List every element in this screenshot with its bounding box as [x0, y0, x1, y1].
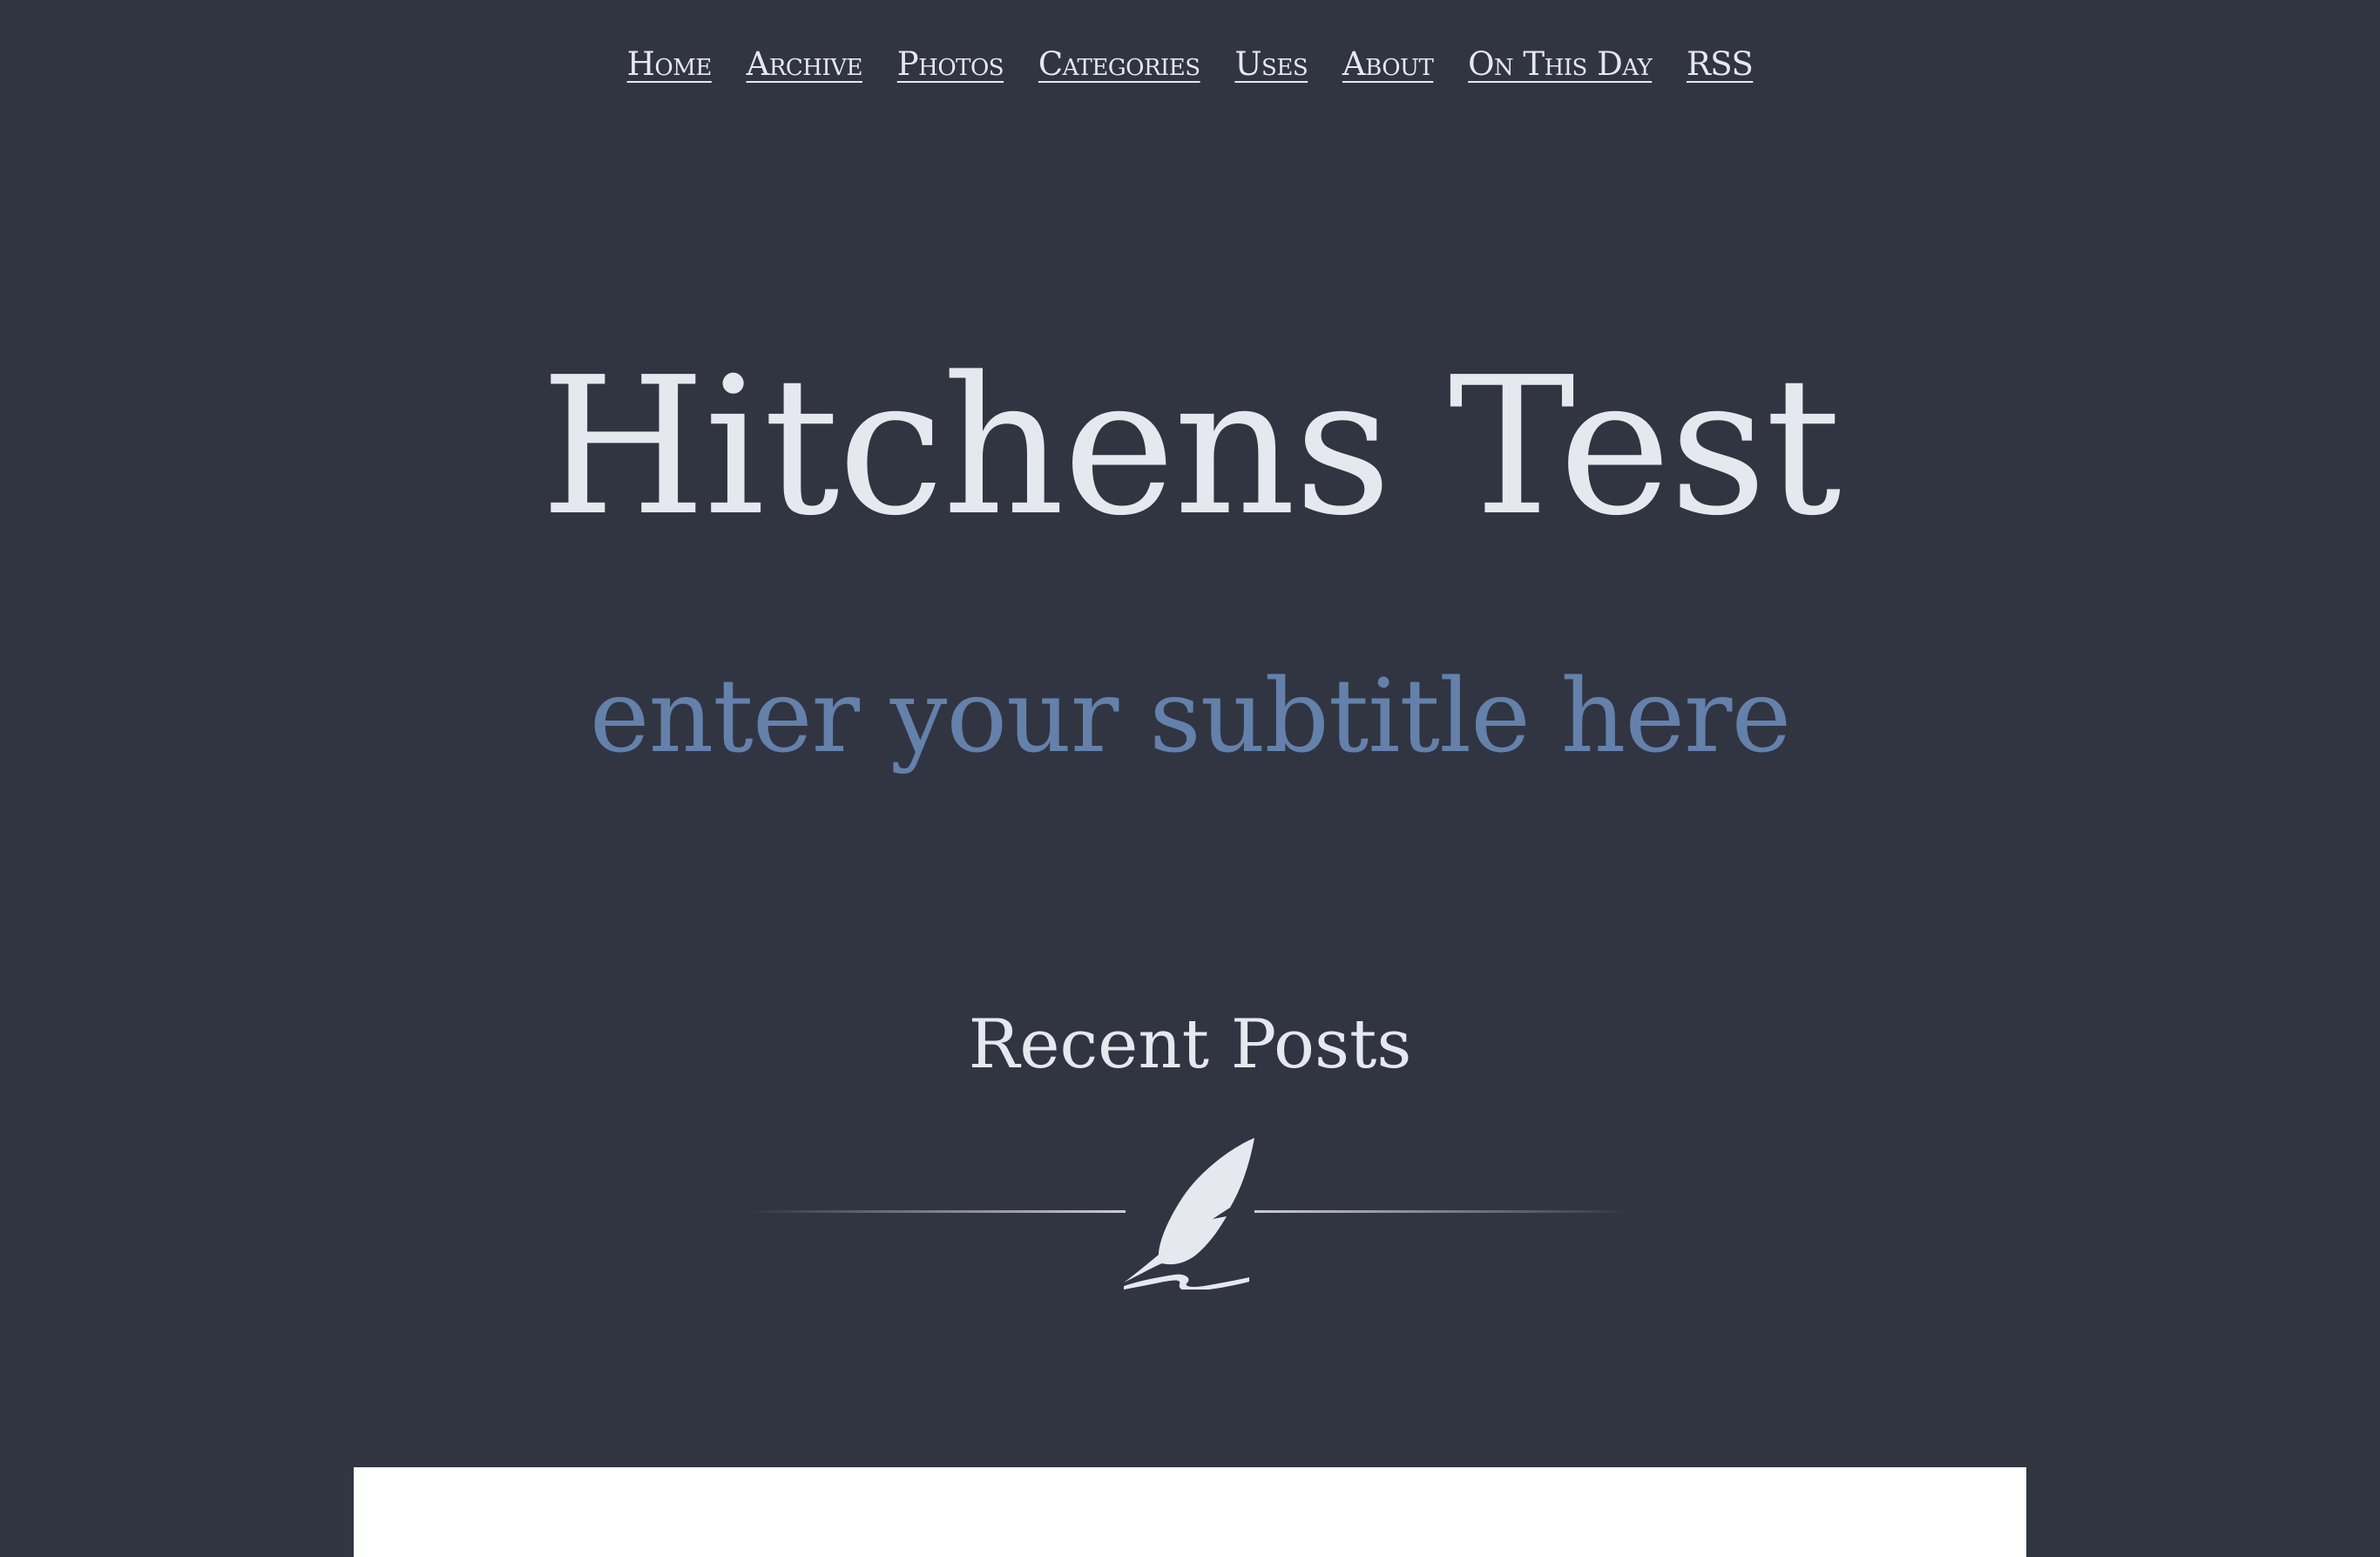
recent-posts-heading: Recent Posts [968, 1005, 1412, 1084]
nav-photos-link[interactable]: Photos [897, 45, 1004, 83]
site-title: Hitchens Test [540, 337, 1841, 558]
quill-pen-icon [1124, 1138, 1254, 1290]
recent-post-card [354, 1467, 2026, 1557]
site-subtitle: enter your subtitle here [589, 658, 1791, 775]
section-divider [749, 1138, 1631, 1290]
nav-home-link[interactable]: Home [627, 45, 713, 83]
nav-uses-link[interactable]: Uses [1234, 45, 1308, 83]
divider-line-right [1254, 1210, 1631, 1213]
divider-line-left [749, 1210, 1126, 1213]
nav-categories-link[interactable]: Categories [1038, 45, 1200, 83]
nav-rss-link[interactable]: RSS [1687, 45, 1754, 83]
nav-archive-link[interactable]: Archive [747, 45, 863, 83]
main-nav: Home Archive Photos Categories Uses Abou… [0, 45, 2380, 83]
nav-on-this-day-link[interactable]: On This Day [1468, 45, 1653, 83]
nav-about-link[interactable]: About [1342, 45, 1434, 83]
